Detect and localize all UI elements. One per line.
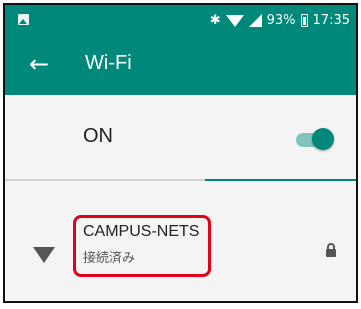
status-indicators: ✱ 93% 17:35 xyxy=(210,11,350,29)
network-list-item[interactable]: CAMPUS-NETS 接続済み xyxy=(5,193,356,301)
lock-body xyxy=(326,249,336,257)
highlight-annotation xyxy=(73,215,211,277)
wifi-toggle-switch[interactable] xyxy=(292,127,334,151)
phone-screen: ✱ 93% 17:35 ← Wi-Fi ON CAMPUS-NETS 接続済み xyxy=(3,3,358,303)
battery-percentage: 93% xyxy=(266,12,296,28)
wifi-toggle-label: ON xyxy=(83,125,113,147)
gallery-icon xyxy=(18,14,29,25)
battery-icon xyxy=(300,13,308,27)
status-bar: ✱ 93% 17:35 xyxy=(5,5,356,35)
switch-thumb xyxy=(312,128,334,150)
bluetooth-icon: ✱ xyxy=(209,12,221,28)
accent-divider xyxy=(205,179,356,181)
wifi-icon xyxy=(33,247,55,263)
back-arrow-icon[interactable]: ← xyxy=(29,49,59,79)
wifi-signal-icon xyxy=(225,15,244,27)
lock-icon xyxy=(326,243,336,257)
app-bar: ← Wi-Fi xyxy=(5,35,356,95)
status-time: 17:35 xyxy=(312,12,350,28)
page-title: Wi-Fi xyxy=(85,52,132,74)
cell-signal-icon xyxy=(248,13,262,27)
wifi-toggle-row[interactable]: ON xyxy=(5,97,356,181)
